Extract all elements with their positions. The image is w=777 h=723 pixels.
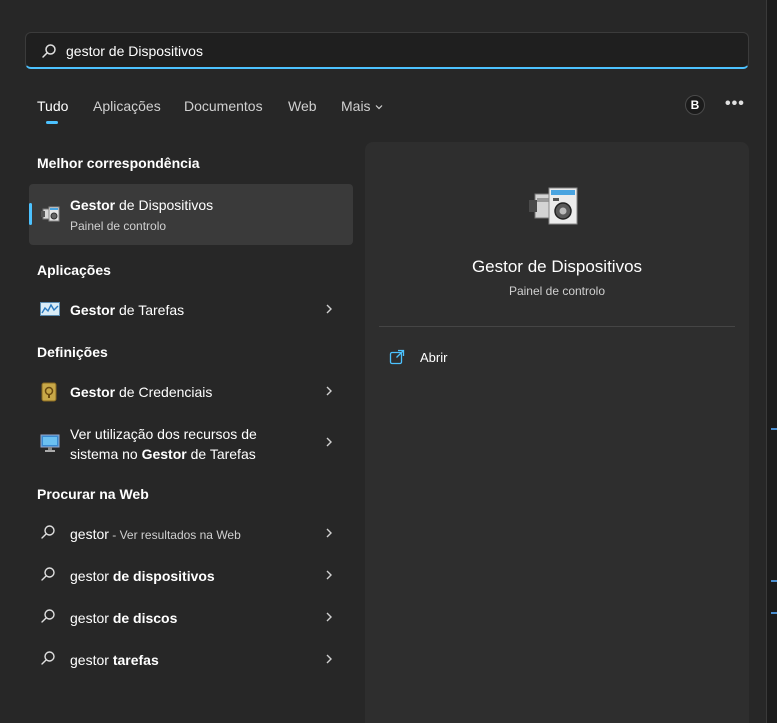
- result-label: gestor tarefas: [70, 652, 159, 668]
- device-manager-icon: [527, 184, 585, 239]
- result-label: gestor de dispositivos: [70, 568, 215, 584]
- chevron-right-icon: [325, 610, 333, 628]
- result-label-line2: sistema no Gestor de Tarefas: [70, 446, 256, 462]
- chevron-right-icon: [325, 302, 333, 320]
- search-input[interactable]: gestor de Dispositivos: [66, 43, 203, 59]
- selection-indicator: [29, 203, 32, 225]
- best-match-result[interactable]: Gestor de Dispositivos Painel de control…: [29, 184, 353, 245]
- section-settings: Definições: [37, 344, 108, 360]
- best-match-title: Gestor de Dispositivos: [70, 197, 214, 213]
- result-task-manager[interactable]: Gestor de Tarefas: [29, 292, 353, 328]
- detail-title: Gestor de Dispositivos: [471, 257, 643, 276]
- start-search-panel: gestor de Dispositivos Tudo Aplicações D…: [0, 0, 767, 723]
- result-credential-manager[interactable]: Gestor de Credenciais: [29, 374, 353, 410]
- monitor-icon: [40, 433, 60, 458]
- chevron-right-icon: [325, 526, 333, 544]
- search-icon: [41, 43, 57, 64]
- tab-more-label: Mais: [341, 98, 371, 114]
- tab-web[interactable]: Web: [288, 98, 317, 114]
- open-external-icon: [389, 349, 405, 370]
- chevron-right-icon: [325, 435, 333, 453]
- chevron-right-icon: [325, 384, 333, 402]
- divider: [379, 326, 735, 327]
- search-icon: [40, 650, 56, 671]
- detail-pane: Gestor de Dispositivos Painel de control…: [365, 142, 749, 723]
- chevron-right-icon: [325, 568, 333, 586]
- result-label: Gestor de Tarefas: [70, 302, 185, 318]
- chevron-down-icon: [374, 99, 384, 115]
- background-window-edge: [767, 0, 777, 723]
- web-result[interactable]: gestor de dispositivos: [29, 558, 353, 594]
- device-manager-icon: [41, 205, 63, 230]
- result-label: Gestor de Credenciais: [70, 384, 213, 400]
- section-web: Procurar na Web: [37, 486, 149, 502]
- search-icon: [40, 566, 56, 587]
- more-options-button[interactable]: •••: [725, 95, 745, 113]
- active-tab-indicator: [46, 121, 58, 124]
- account-avatar[interactable]: B: [685, 95, 705, 115]
- section-best-match: Melhor correspondência: [37, 155, 200, 171]
- tab-all[interactable]: Tudo: [37, 98, 68, 114]
- web-result[interactable]: gestor tarefas: [29, 642, 353, 678]
- section-apps: Aplicações: [37, 262, 111, 278]
- web-result[interactable]: gestor - Ver resultados na Web: [29, 516, 353, 552]
- best-match-subtitle: Painel de controlo: [70, 219, 167, 233]
- search-box[interactable]: gestor de Dispositivos: [25, 32, 749, 69]
- task-manager-icon: [40, 300, 60, 323]
- result-label: gestor - Ver resultados na Web: [70, 526, 241, 542]
- result-label-line1: Ver utilização dos recursos de: [70, 426, 257, 442]
- tab-apps[interactable]: Aplicações: [93, 98, 161, 114]
- search-icon: [40, 608, 56, 629]
- credential-manager-icon: [40, 382, 58, 407]
- background-edge-mark: [771, 612, 777, 614]
- web-result[interactable]: gestor de discos: [29, 600, 353, 636]
- detail-subtitle: Painel de controlo: [508, 284, 606, 298]
- chevron-right-icon: [325, 652, 333, 670]
- search-icon: [40, 524, 56, 545]
- background-edge-mark: [771, 580, 777, 582]
- tab-more[interactable]: Mais: [341, 98, 384, 115]
- result-resource-usage[interactable]: Ver utilização dos recursos de sistema n…: [29, 421, 353, 469]
- result-label: gestor de discos: [70, 610, 178, 626]
- tab-documents[interactable]: Documentos: [184, 98, 263, 114]
- background-edge-mark: [771, 428, 777, 430]
- open-action-label: Abrir: [420, 350, 448, 365]
